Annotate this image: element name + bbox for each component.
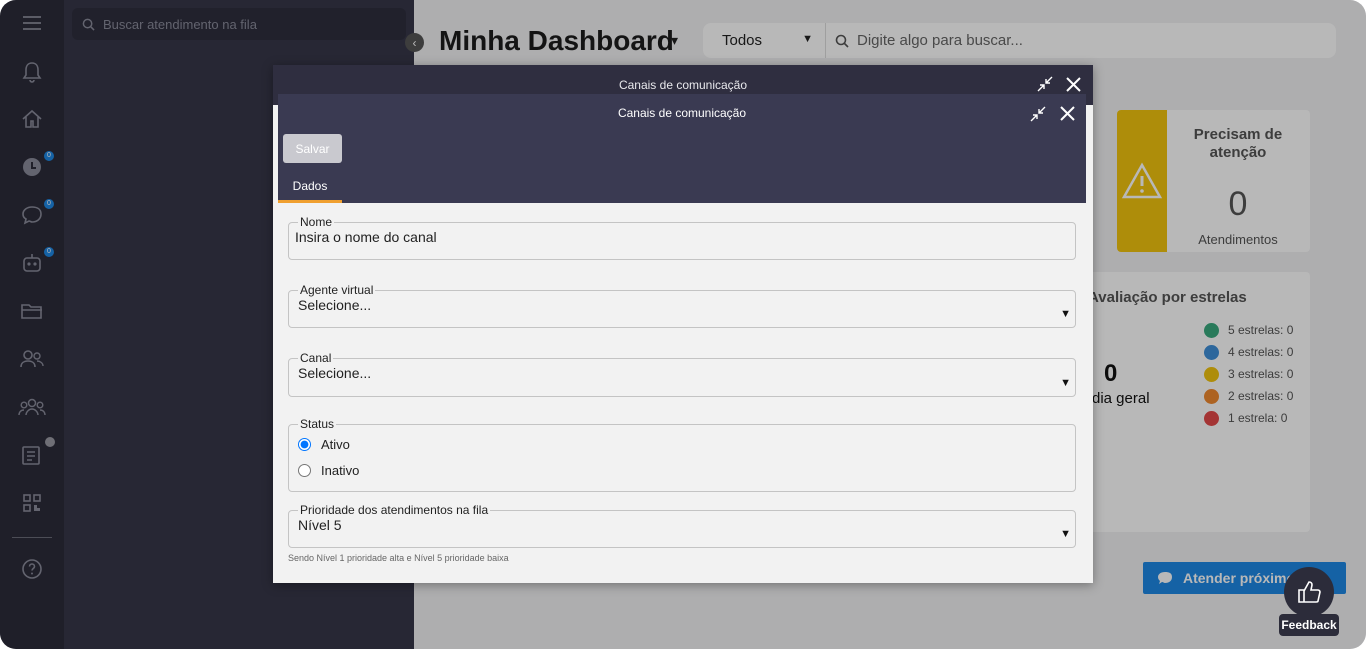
thumbs-up-icon bbox=[1298, 581, 1321, 603]
status-field: Status Ativo Inativo bbox=[288, 417, 1076, 492]
modal-header: Canais de comunicação Salvar Dados bbox=[278, 94, 1086, 203]
prioridade-select[interactable]: Nível 5 bbox=[298, 517, 1066, 533]
agente-virtual-label: Agente virtual bbox=[300, 283, 374, 297]
chevron-down-icon: ▼ bbox=[1060, 308, 1071, 320]
status-label: Status bbox=[300, 417, 335, 431]
minimize-icon[interactable] bbox=[1035, 74, 1055, 94]
close-icon[interactable] bbox=[1057, 103, 1077, 123]
feedback-button[interactable] bbox=[1284, 567, 1334, 617]
chevron-down-icon: ▼ bbox=[1060, 377, 1071, 389]
canal-field: Canal Selecione... ▼ bbox=[288, 351, 1076, 397]
ativo-radio[interactable] bbox=[298, 437, 311, 451]
chevron-down-icon: ▼ bbox=[1060, 528, 1071, 540]
agente-virtual-field: Agente virtual Selecione... ▼ bbox=[288, 283, 1076, 328]
agente-virtual-select[interactable]: Selecione... bbox=[298, 297, 1066, 313]
status-option-ativo[interactable]: Ativo bbox=[298, 431, 1066, 457]
tab-dados[interactable]: Dados bbox=[278, 172, 342, 203]
app-frame: 0 0 0 Buscar atendimento na fila ‹ Minha… bbox=[0, 0, 1366, 649]
nome-input[interactable]: Insira o nome do canal bbox=[295, 229, 1066, 245]
canal-select[interactable]: Selecione... bbox=[298, 365, 1066, 381]
modal-title: Canais de comunicação bbox=[617, 106, 747, 120]
ativo-label: Ativo bbox=[321, 436, 350, 452]
nome-label: Nome bbox=[300, 215, 333, 229]
inativo-radio[interactable] bbox=[298, 463, 311, 477]
prioridade-label: Prioridade dos atendimentos na fila bbox=[300, 503, 489, 517]
status-option-inativo[interactable]: Inativo bbox=[298, 457, 1066, 483]
background-modal-title: Canais de comunicação bbox=[618, 78, 748, 92]
nome-field: Nome Insira o nome do canal bbox=[288, 215, 1076, 260]
minimize-icon[interactable] bbox=[1028, 104, 1048, 124]
save-button[interactable]: Salvar bbox=[283, 134, 342, 163]
close-icon[interactable] bbox=[1063, 74, 1083, 94]
inativo-label: Inativo bbox=[321, 462, 360, 478]
canal-label: Canal bbox=[300, 351, 332, 365]
prioridade-hint: Sendo Nível 1 prioridade alta e Nível 5 … bbox=[288, 553, 509, 563]
prioridade-field: Prioridade dos atendimentos na fila Níve… bbox=[288, 503, 1076, 548]
channel-modal: Canais de comunicação Salvar Dados Nome … bbox=[278, 94, 1086, 580]
feedback-label[interactable]: Feedback bbox=[1279, 614, 1339, 636]
